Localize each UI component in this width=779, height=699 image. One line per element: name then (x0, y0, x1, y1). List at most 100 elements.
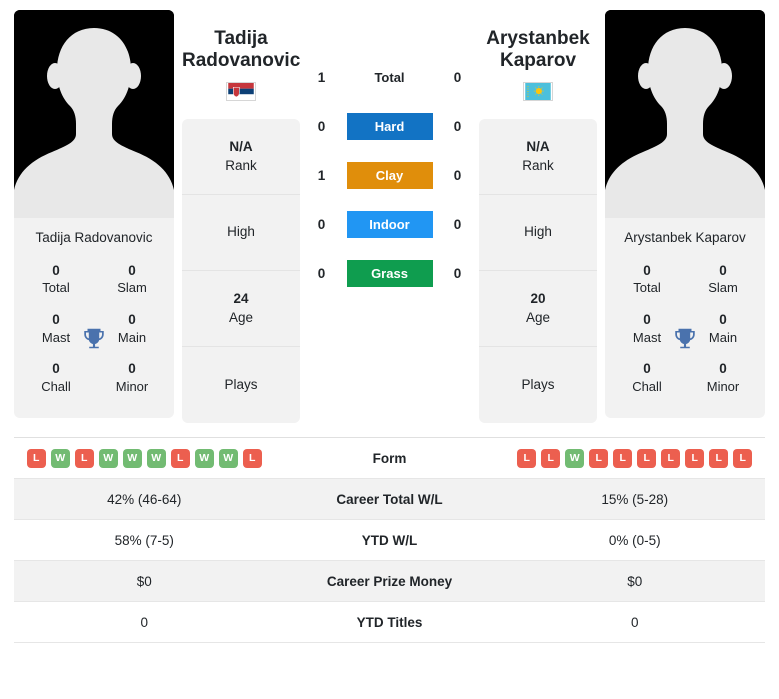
trophy-label: Mast (41, 329, 71, 345)
trophy-value: 0 (643, 312, 651, 328)
stat-value-right: LLWLLLLLLL (505, 441, 766, 476)
player-card-left: Tadija Radovanovic 0 Total 0 Slam 0 Mast… (14, 10, 174, 418)
h2h-row-grass: 0 Grass 0 (308, 260, 471, 287)
trophy-row: 0 Chall 0 Minor (611, 354, 759, 403)
h2h-row-total: 1 Total 0 (308, 64, 471, 91)
stat-label: YTD W/L (361, 532, 418, 548)
surface-badge-grass: Grass (346, 260, 433, 287)
h2h-row-clay: 1 Clay 0 (308, 162, 471, 189)
form-strip-left: LWLWWWLWWL (18, 448, 271, 468)
table-row: 0 YTD Titles 0 (14, 602, 765, 643)
form-badge: W (122, 448, 142, 468)
trophy-label: Total (633, 280, 661, 296)
trophy-value: 0 (643, 361, 651, 377)
form-strip-right: LLWLLLLLLL (509, 448, 762, 468)
trophy-slam-right: 0 Slam (697, 262, 749, 297)
high-block-right: High (479, 195, 597, 271)
form-badge: L (613, 448, 633, 468)
trophy-slam-left: 0 Slam (106, 262, 158, 297)
trophy-value: 0 (128, 312, 136, 328)
trophy-minor-right: 0 Minor (697, 360, 749, 395)
trophy-value: 0 (719, 312, 727, 328)
trophy-chall-left: 0 Chall (30, 360, 82, 395)
form-badge: L (74, 448, 94, 468)
h2h-score-left: 0 (317, 119, 326, 134)
player-photo-right (605, 10, 765, 218)
rank-label: Rank (225, 157, 257, 173)
trophy-value: 0 (128, 361, 136, 377)
head-to-head-column: 1 Total 0 0 Hard 0 1 Clay 0 0 Indoor 0 0 Grass 0 (308, 10, 471, 287)
age-block-left: 24 Age (182, 271, 300, 347)
stat-value-left: 0 (140, 614, 148, 630)
stat-label: Career Total W/L (336, 491, 443, 507)
form-badge: L (242, 448, 262, 468)
player-info-column-left: Tadija Radovanovic N/A Rank High 24 Age (182, 28, 300, 423)
table-row: 58% (7-5) YTD W/L 0% (0-5) (14, 520, 765, 561)
surface-badge-hard: Hard (346, 113, 433, 140)
age-block-right: 20 Age (479, 271, 597, 347)
form-badge: L (637, 448, 657, 468)
trophy-icon (672, 325, 698, 351)
table-row: $0 Career Prize Money $0 (14, 561, 765, 602)
stat-value-right: 0% (0-5) (608, 532, 661, 548)
form-badge: L (709, 448, 729, 468)
trophy-mast-right: 0 Mast (621, 311, 673, 346)
trophy-main-left: 0 Main (106, 311, 158, 346)
plays-block-left: Plays (182, 347, 300, 423)
player-last-name: Kaparov (499, 50, 577, 72)
trophy-label: Minor (115, 378, 149, 394)
form-badge: L (26, 448, 46, 468)
player-last-name: Radovanovic (182, 50, 301, 72)
trophy-total-left: 0 Total (30, 262, 82, 297)
table-row: 42% (46-64) Career Total W/L 15% (5-28) (14, 479, 765, 520)
avatar-silhouette-icon (605, 10, 765, 218)
h2h-score-right: 0 (453, 266, 462, 281)
info-stack-right: N/A Rank High 20 Age Plays (479, 119, 597, 423)
trophy-label: Minor (706, 378, 740, 394)
player-card-name-right: Arystanbek Kaparov (624, 230, 746, 245)
h2h-score-left: 1 (317, 168, 326, 183)
h2h-row-indoor: 0 Indoor 0 (308, 211, 471, 238)
trophy-value: 0 (719, 263, 727, 279)
trophy-row: 0 Total 0 Slam (20, 256, 168, 305)
high-label: High (227, 224, 255, 240)
h2h-score-right: 0 (453, 70, 462, 85)
stat-value-left: 58% (7-5) (114, 532, 174, 548)
trophy-icon (81, 325, 107, 351)
player-name-right: Arystanbek Kaparov (479, 28, 597, 76)
h2h-row-hard: 0 Hard 0 (308, 113, 471, 140)
plays-block-right: Plays (479, 347, 597, 423)
stat-value-right: 15% (5-28) (601, 491, 669, 507)
rank-block-right: N/A Rank (479, 119, 597, 195)
trophy-label: Chall (632, 378, 662, 394)
age-label: Age (228, 309, 254, 325)
rank-value: N/A (229, 139, 253, 155)
high-label: High (524, 224, 552, 240)
trophy-main-right: 0 Main (697, 311, 749, 346)
form-badge: L (661, 448, 681, 468)
trophy-value: 0 (643, 263, 651, 279)
trophy-value: 0 (128, 263, 136, 279)
age-value: 24 (233, 291, 249, 307)
h2h-score-right: 0 (453, 217, 462, 232)
stat-value-left: 42% (46-64) (107, 491, 182, 507)
form-badge: L (517, 448, 537, 468)
form-badge: W (50, 448, 70, 468)
stat-value-left: LWLWWWLWWL (14, 441, 275, 476)
trophy-label: Total (42, 280, 70, 296)
form-badge: L (589, 448, 609, 468)
avatar-silhouette-icon (14, 10, 174, 218)
player-first-name: Arystanbek (486, 28, 590, 49)
h2h-score-left: 1 (317, 70, 326, 85)
form-badge: W (98, 448, 118, 468)
player-stats-table: L W L W W W L W W L Form L L W L L L L L L L 42% (46-64) Caree… (14, 437, 765, 643)
trophy-minor-left: 0 Minor (106, 360, 158, 395)
table-row: L W L W W W L W W L Form L L W L L L L L L L (14, 438, 765, 479)
trophy-label: Main (117, 329, 147, 345)
player-name-left: Tadija Radovanovic (182, 28, 300, 76)
h2h-score-left: 0 (317, 217, 326, 232)
stat-label: Form (372, 450, 407, 466)
player-photo-left (14, 10, 174, 218)
player-info-column-right: Arystanbek Kaparov N/A Rank High 20 Age … (479, 28, 597, 423)
form-badge: L (170, 448, 190, 468)
